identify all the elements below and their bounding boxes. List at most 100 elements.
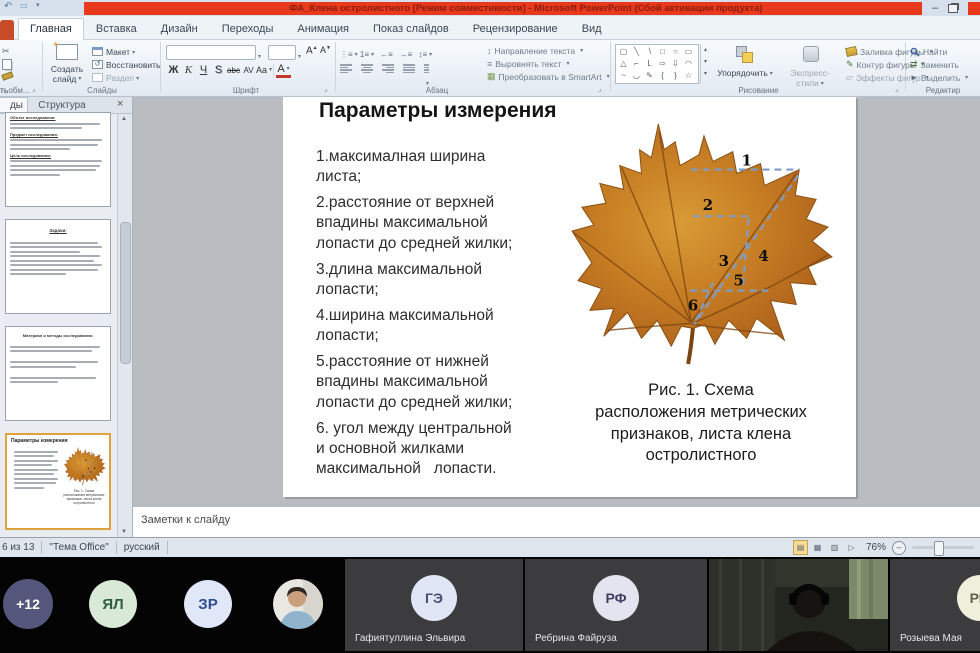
elbow-shape-icon[interactable]: ⌐ <box>630 58 643 70</box>
tab-home[interactable]: Главная <box>18 18 84 40</box>
close-button[interactable] <box>968 2 980 15</box>
replace-button[interactable]: ⇄ Заменить <box>910 58 980 71</box>
text-shadow-button[interactable]: S <box>211 63 226 78</box>
arrow-shape-icon[interactable]: ∖ <box>643 46 656 58</box>
reading-view-button[interactable]: ▥ <box>827 540 842 555</box>
text-direction-button[interactable]: ↕ Направление текста <box>487 44 610 57</box>
notes-pane[interactable]: Заметки к слайду <box>133 505 980 537</box>
italic-button[interactable]: К <box>181 63 196 78</box>
participants-overflow-badge[interactable]: +12 <box>3 579 53 629</box>
line-shape-icon[interactable]: ╲ <box>630 46 643 58</box>
participant-video-tile[interactable] <box>709 559 888 651</box>
repeat-icon[interactable]: ▭ <box>20 1 28 10</box>
zoom-level[interactable]: 76% <box>866 542 886 553</box>
character-spacing-button[interactable]: AV <box>241 63 256 78</box>
tab-animations[interactable]: Анимация <box>285 18 361 40</box>
tab-review[interactable]: Рецензирование <box>461 18 570 40</box>
maple-leaf-figure[interactable]: 1 2 3 4 5 6 <box>558 110 848 368</box>
slide-thumbnail[interactable]: Задачи: <box>5 219 111 314</box>
font-size-arrow[interactable] <box>296 48 301 66</box>
participant-photo-avatar[interactable] <box>273 579 323 629</box>
slide-title[interactable]: Параметры измерения <box>319 99 557 123</box>
panel-close-icon[interactable]: × <box>117 98 123 110</box>
justify-icon[interactable] <box>403 62 416 75</box>
tab-design[interactable]: Дизайн <box>149 18 210 40</box>
font-size-select[interactable] <box>268 45 296 60</box>
align-right-icon[interactable] <box>382 62 395 75</box>
increase-indent-icon[interactable]: →≡ <box>398 50 413 59</box>
font-name-select[interactable] <box>166 45 256 60</box>
grow-font-button[interactable]: А▲ <box>306 45 318 56</box>
bold-button[interactable]: Ж <box>166 63 181 78</box>
qat-customize-icon[interactable]: ▾ <box>36 1 40 9</box>
participant-tile[interactable]: РФ Ребрина Файруза <box>525 559 707 651</box>
figure-caption[interactable]: Рис. 1. Схема расположения метрических п… <box>551 380 851 467</box>
star-shape-icon[interactable]: ☆ <box>682 70 695 82</box>
restore-icon[interactable] <box>948 4 958 13</box>
line-spacing-icon[interactable]: ↕≡ <box>418 50 433 59</box>
select-shape-icon[interactable]: ▢ <box>617 46 630 58</box>
rect-shape-icon[interactable]: □ <box>656 46 669 58</box>
arc-shape-icon[interactable]: ◠ <box>682 58 695 70</box>
undo-icon[interactable]: ↶ <box>4 1 12 12</box>
ellipse-shape-icon[interactable]: ○ <box>669 46 682 58</box>
reset-button[interactable]: ↺ Восстановить <box>92 58 160 71</box>
participant-tile[interactable]: ГЭ Гафиятуллина Эльвира <box>345 559 523 651</box>
copy-icon[interactable] <box>2 59 12 70</box>
theme-indicator[interactable]: "Тема Office" <box>49 542 108 553</box>
participant-avatar[interactable]: ЯЛ <box>89 580 137 628</box>
curve-shape-icon[interactable]: ◡ <box>630 70 643 82</box>
drawing-dialog-launcher[interactable]: ⌟ <box>895 86 903 94</box>
zoom-slider[interactable] <box>912 546 974 549</box>
tab-transitions[interactable]: Переходы <box>210 18 286 40</box>
slideshow-button[interactable]: ▷ <box>844 540 859 555</box>
thumbnails-scrollbar[interactable]: ▲ ▼ <box>117 114 132 537</box>
slide-body-text[interactable]: 1.максималная ширина листа; 2.расстояние… <box>316 147 561 485</box>
section-button[interactable]: Раздел <box>92 71 160 84</box>
zoom-slider-thumb[interactable] <box>934 541 944 556</box>
tab-slideshow[interactable]: Показ слайдов <box>361 18 461 40</box>
new-slide-button[interactable]: ✶ Создать слайд <box>46 43 88 91</box>
align-text-button[interactable]: ≡ Выровнять текст <box>487 57 610 70</box>
select-button[interactable]: ► Выделить <box>910 71 980 84</box>
scrollbar-thumb[interactable] <box>120 222 131 364</box>
minimize-button[interactable]: – <box>932 3 938 13</box>
layout-button[interactable]: Макет <box>92 45 160 58</box>
connector-shape-icon[interactable]: ᒪ <box>643 58 656 70</box>
zoom-out-button[interactable]: – <box>892 541 906 555</box>
cut-icon[interactable]: ✂ <box>2 46 10 57</box>
tab-view[interactable]: Вид <box>570 18 614 40</box>
clipboard-dialog-launcher[interactable]: ⌟ <box>32 86 40 94</box>
tab-file[interactable] <box>0 20 14 40</box>
triangle-shape-icon[interactable]: △ <box>617 58 630 70</box>
columns-icon[interactable] <box>424 62 437 75</box>
slide-canvas[interactable]: Параметры измерения 1.максималная ширина… <box>283 97 856 497</box>
language-indicator[interactable]: русский <box>124 542 160 553</box>
underline-button[interactable]: Ч <box>196 63 211 78</box>
shapes-scroll[interactable]: ▴▾▾ <box>700 44 710 84</box>
align-left-icon[interactable] <box>340 62 353 75</box>
right-arrow-shape-icon[interactable]: ⇨ <box>656 58 669 70</box>
tab-outline[interactable]: Структура <box>31 98 93 113</box>
scroll-up-icon[interactable]: ▲ <box>121 116 127 122</box>
tab-insert[interactable]: Вставка <box>84 18 149 40</box>
strikethrough-button[interactable]: abc <box>226 63 241 78</box>
font-dialog-launcher[interactable]: ⌟ <box>324 86 332 94</box>
tab-slides[interactable]: ды <box>0 97 28 113</box>
participant-avatar[interactable]: ЗР <box>184 580 232 628</box>
brace-left-shape-icon[interactable]: { <box>656 70 669 82</box>
normal-view-button[interactable]: ▤ <box>793 540 808 555</box>
rounded-rect-shape-icon[interactable]: ▭ <box>682 46 695 58</box>
slide-sorter-button[interactable]: ▦ <box>810 540 825 555</box>
scroll-down-icon[interactable]: ▼ <box>121 529 127 535</box>
brace-right-shape-icon[interactable]: } <box>669 70 682 82</box>
align-center-icon[interactable] <box>361 62 374 75</box>
slide-thumbnail[interactable]: Объект исследования: Предмет исследовани… <box>5 112 111 207</box>
paragraph-dialog-launcher[interactable]: ⌟ <box>598 86 606 94</box>
shrink-font-button[interactable]: А▼ <box>320 45 331 55</box>
numbering-icon[interactable]: 1≡ <box>359 50 374 59</box>
format-painter-icon[interactable] <box>1 71 13 80</box>
bullets-icon[interactable]: ⋮≡ <box>340 50 355 59</box>
down-arrow-shape-icon[interactable]: ⇩ <box>669 58 682 70</box>
shapes-gallery[interactable]: ▢ ╲ ∖ □ ○ ▭ △ ⌐ ᒪ ⇨ ⇩ ◠ ~ ◡ ✎ { } ☆ <box>615 44 699 84</box>
